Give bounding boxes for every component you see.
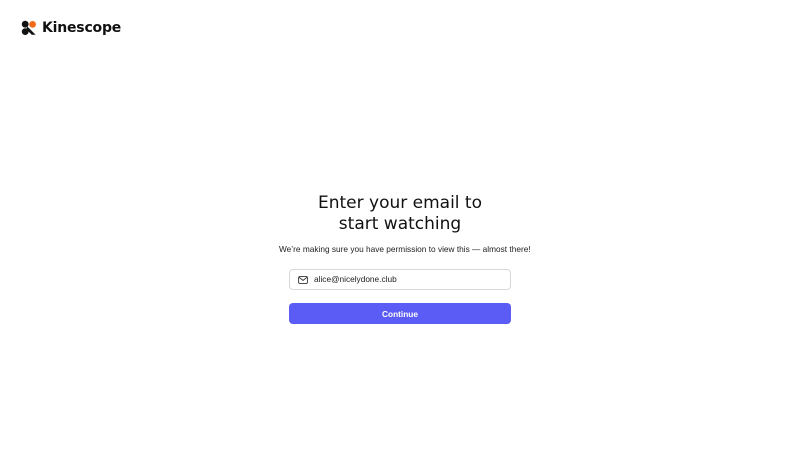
page-title: Enter your email to start watching	[289, 193, 511, 235]
page: Kinescope Enter your email to start watc…	[0, 0, 800, 470]
title-line-1: Enter your email to	[317, 193, 482, 213]
brand-name: Kinescope	[42, 20, 122, 36]
header: Kinescope	[21, 20, 121, 36]
login-card: Enter your email to start watching We’re…	[279, 193, 531, 324]
kinescope-logo-icon	[21, 20, 36, 35]
continue-button[interactable]: Continue	[289, 303, 511, 324]
email-field[interactable]: alice@nicelydone.club	[289, 269, 511, 290]
title-line-2: start watching	[338, 214, 462, 234]
mail-icon	[298, 275, 308, 284]
subtitle: We’re making sure you have permission to…	[279, 244, 531, 254]
email-input-value[interactable]: alice@nicelydone.club	[314, 275, 397, 284]
